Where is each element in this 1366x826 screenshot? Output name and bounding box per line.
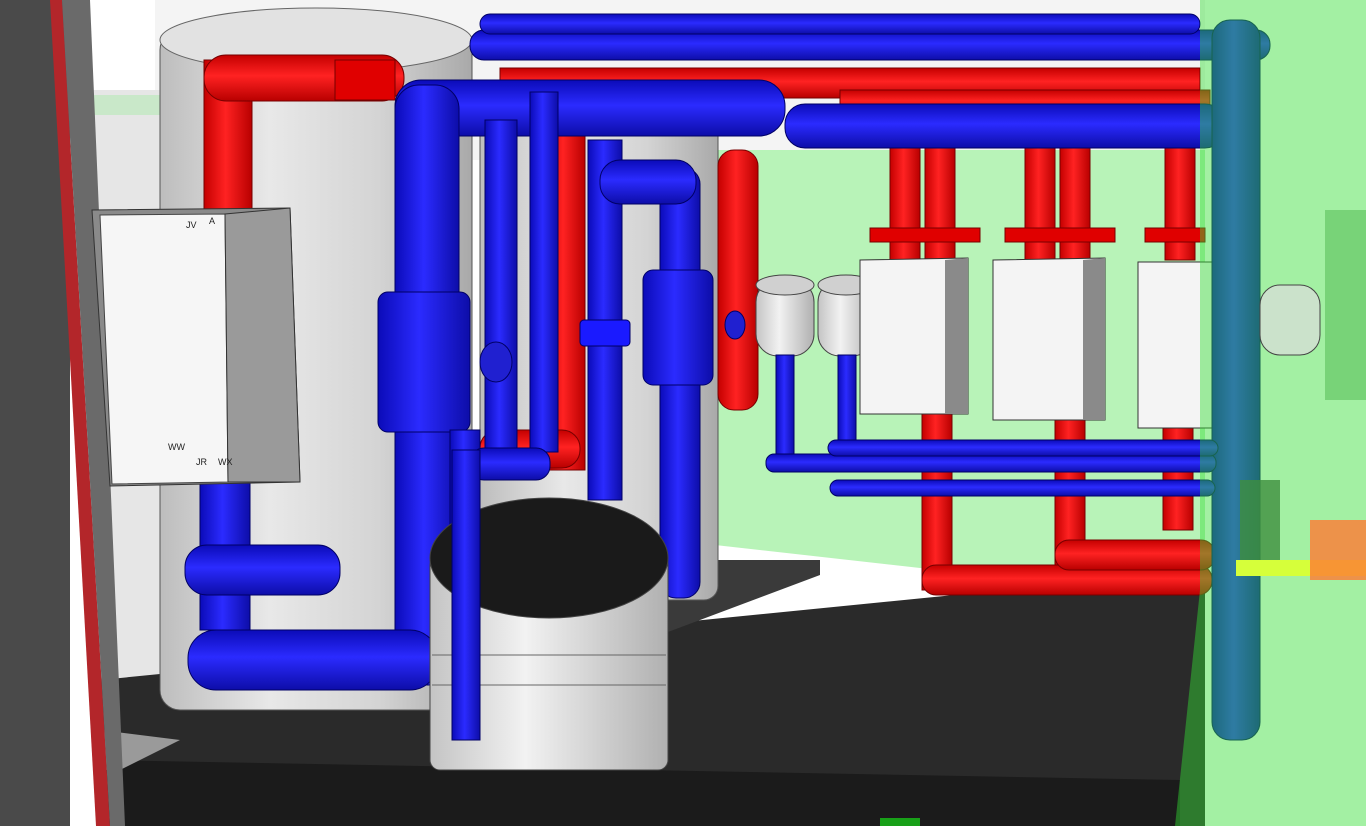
scene-svg: JV A WW JR WX: [0, 0, 1366, 826]
floor-marker: [880, 818, 920, 826]
cold-pipe-front: [451, 449, 481, 741]
left-wall-green-strip: [92, 95, 160, 115]
boiler-1: [859, 257, 969, 415]
plant-room-3d-view: JV A WW JR WX: [0, 0, 1366, 826]
panel-label-ww: WW: [168, 442, 185, 452]
panel-label-jr: JR: [196, 457, 208, 467]
expansion-vessel-1: [755, 274, 815, 357]
panel-label-jv: JV: [186, 220, 197, 230]
panel-label-wx: WX: [218, 457, 233, 467]
valve-wheel-2: [724, 310, 746, 340]
green-overlay-enclosure: [1175, 0, 1366, 826]
panel-label-a: A: [209, 216, 215, 226]
valve-wheel-1: [479, 341, 513, 383]
control-panel: JV A WW JR WX: [91, 207, 301, 487]
boiler-2: [992, 257, 1106, 421]
valve-flange-1: [579, 319, 631, 347]
